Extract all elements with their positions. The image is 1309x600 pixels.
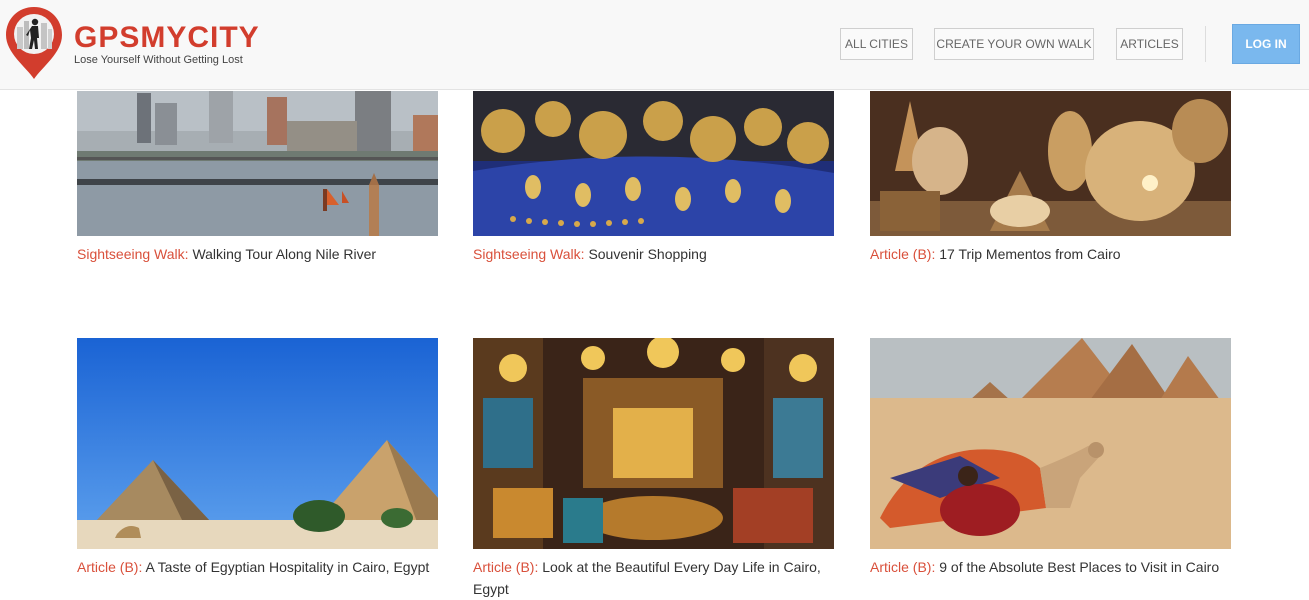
brass-lanterns-photo[interactable] xyxy=(870,91,1231,236)
brand-tagline: Lose Yourself Without Getting Lost xyxy=(74,54,243,66)
card-kind-label: Sightseeing Walk: xyxy=(473,246,585,262)
site-logo[interactable]: GPSMYCITY Lose Yourself Without Getting … xyxy=(4,5,264,83)
card-title[interactable]: Souvenir Shopping xyxy=(588,246,706,262)
giza-pyramids-photo[interactable] xyxy=(77,338,438,549)
card-caption[interactable]: Sightseeing Walk: Souvenir Shopping xyxy=(473,243,843,265)
card-title[interactable]: Walking Tour Along Nile River xyxy=(192,246,376,262)
card-kind-label: Sightseeing Walk: xyxy=(77,246,189,262)
all-cities-button[interactable]: ALL CITIES xyxy=(840,28,913,60)
map-pin-logo-icon xyxy=(6,7,62,79)
create-walk-button[interactable]: CREATE YOUR OWN WALK xyxy=(934,28,1094,60)
site-header: GPSMYCITY Lose Yourself Without Getting … xyxy=(0,0,1309,90)
card-title[interactable]: A Taste of Egyptian Hospitality in Cairo… xyxy=(145,559,429,575)
card-kind-label: Article (B): xyxy=(473,559,539,575)
card-caption[interactable]: Article (B): 17 Trip Mementos from Cairo xyxy=(870,243,1240,265)
nav-divider xyxy=(1205,26,1206,62)
bazaar-interior-photo[interactable] xyxy=(473,338,834,549)
camel-pyramids-photo[interactable] xyxy=(870,338,1231,549)
card-caption[interactable]: Article (B): A Taste of Egyptian Hospita… xyxy=(77,556,447,578)
card-caption[interactable]: Article (B): 9 of the Absolute Best Plac… xyxy=(870,556,1240,578)
card-kind-label: Article (B): xyxy=(870,559,936,575)
card-kind-label: Article (B): xyxy=(77,559,143,575)
card-caption[interactable]: Sightseeing Walk: Walking Tour Along Nil… xyxy=(77,243,447,265)
nile-river-photo[interactable] xyxy=(77,91,438,236)
articles-button[interactable]: ARTICLES xyxy=(1116,28,1183,60)
card-title[interactable]: 17 Trip Mementos from Cairo xyxy=(939,246,1120,262)
card-kind-label: Article (B): xyxy=(870,246,936,262)
brand-name: GPSMYCITY xyxy=(74,21,260,54)
card-caption[interactable]: Article (B): Look at the Beautiful Every… xyxy=(473,556,843,600)
login-button[interactable]: LOG IN xyxy=(1232,24,1300,64)
golden-coins-photo[interactable] xyxy=(473,91,834,236)
card-title[interactable]: 9 of the Absolute Best Places to Visit i… xyxy=(939,559,1219,575)
